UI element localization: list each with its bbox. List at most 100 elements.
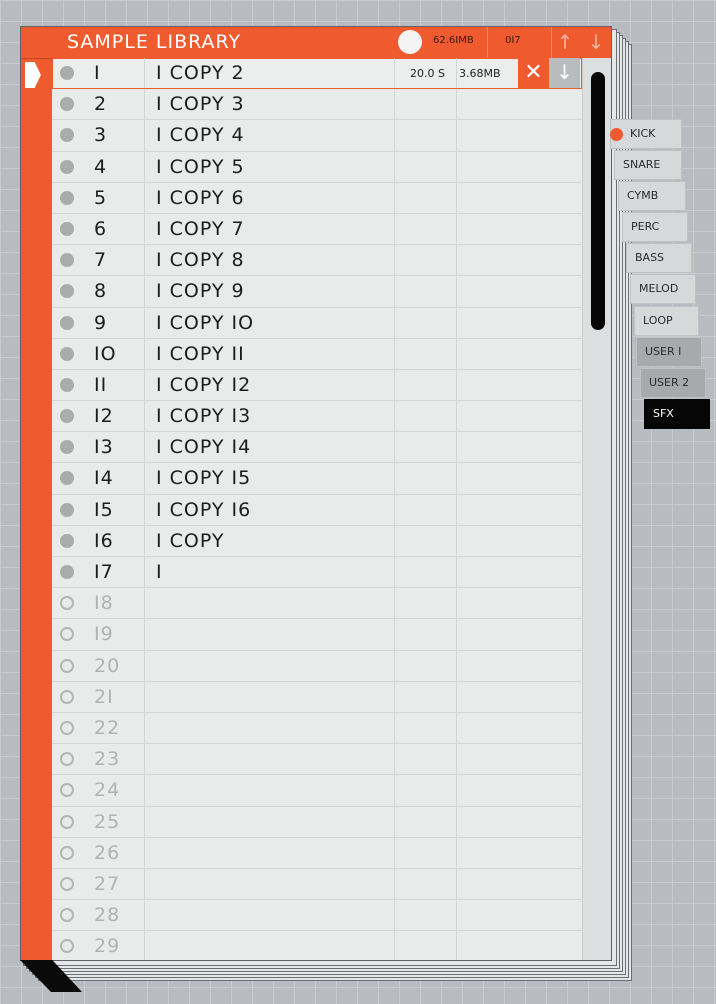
list-item[interactable]: 2I	[52, 681, 584, 713]
tab-label: USER 2	[649, 376, 690, 389]
sample-name: I COPY 6	[156, 186, 245, 209]
scrollbar-thumb[interactable]	[591, 72, 605, 330]
sample-name: I COPY IO	[156, 311, 255, 334]
load-sample-button[interactable]: ↓	[549, 58, 580, 88]
close-icon: ✕	[524, 60, 543, 85]
list-item[interactable]: I6 I COPY	[52, 525, 584, 557]
scrollbar-track[interactable]	[582, 58, 611, 960]
slot-status-icon	[60, 377, 74, 392]
list-item[interactable]: 26	[52, 837, 584, 869]
arrow-up-icon: ↑	[556, 30, 574, 54]
cell-divider	[456, 120, 584, 151]
tab-label: PERC	[631, 220, 660, 233]
tab-bass[interactable]: BASS	[626, 243, 692, 273]
list-item[interactable]: 5 I COPY 6	[52, 182, 584, 214]
scroll-down-button[interactable]: ↓	[582, 29, 610, 57]
page-title: SAMPLE LIBRARY	[67, 31, 242, 53]
scroll-up-button[interactable]: ↑	[551, 29, 579, 57]
slot-status-icon	[60, 66, 74, 80]
cell-divider	[456, 494, 584, 525]
list-item[interactable]: I3 I COPY I4	[52, 432, 584, 464]
cell-divider	[394, 650, 457, 681]
tab-user-2[interactable]: USER 2	[640, 368, 706, 398]
cell-divider	[394, 494, 457, 525]
list-item[interactable]: IO I COPY II	[52, 338, 584, 370]
slot-number: I7	[94, 561, 114, 583]
header-divider	[487, 27, 488, 58]
tab-label: SFX	[653, 407, 674, 420]
record-indicator-icon[interactable]	[398, 30, 422, 54]
list-item[interactable]: 28	[52, 900, 584, 932]
list-item[interactable]: 3 I COPY 4	[52, 120, 584, 152]
sample-name: I COPY 4	[156, 124, 245, 147]
list-item[interactable]: I9	[52, 619, 584, 651]
tab-label: MELOD	[639, 282, 679, 295]
slot-status-icon	[60, 190, 74, 205]
cell-divider	[456, 432, 584, 463]
cell-divider	[394, 89, 457, 120]
slot-status-icon	[60, 346, 74, 361]
list-item[interactable]: 4 I COPY 5	[52, 151, 584, 183]
list-item[interactable]: 9 I COPY IO	[52, 307, 584, 339]
slot-number: 25	[94, 810, 121, 833]
sample-name: I COPY 7	[156, 217, 245, 240]
cell-divider	[394, 619, 457, 650]
slot-number: I5	[94, 498, 114, 521]
list-item[interactable]: II I COPY I2	[52, 369, 584, 402]
tab-user-i[interactable]: USER I	[636, 337, 702, 367]
list-item[interactable]: 2 I COPY 3	[52, 89, 584, 121]
cell-divider	[394, 900, 457, 931]
arrow-down-icon: ↓	[587, 30, 605, 54]
tab-melod[interactable]: MELOD	[630, 274, 696, 304]
cell-divider	[456, 744, 584, 775]
list-item[interactable]: 25	[52, 806, 584, 838]
slot-status-icon	[60, 720, 74, 735]
cell-divider	[456, 900, 584, 931]
sample-name: I COPY 9	[156, 280, 245, 303]
tab-snare[interactable]: SNARE	[614, 150, 682, 180]
slot-number: I	[94, 62, 101, 84]
list-item[interactable]: 20	[52, 650, 584, 682]
list-item[interactable]: I I COPY 2 20.0 S 3.68MB ✕ ↓	[52, 58, 584, 90]
list-item[interactable]: 22	[52, 712, 584, 745]
slot-number: I6	[94, 529, 114, 552]
list-item[interactable]: I7 I	[52, 557, 584, 589]
tab-label: USER I	[645, 345, 682, 358]
list-item[interactable]: 23	[52, 744, 584, 776]
tab-cymb[interactable]: CYMB	[618, 181, 686, 211]
tab-sfx[interactable]: SFX	[644, 399, 710, 429]
list-item[interactable]: 6 I COPY 7	[52, 213, 584, 246]
slot-number: IO	[94, 342, 117, 365]
list-item[interactable]: I5 I COPY I6	[52, 494, 584, 526]
slot-number: 2I	[94, 685, 114, 708]
sample-name: I COPY 3	[156, 93, 245, 116]
sample-count: 0I7	[505, 35, 521, 46]
list-item[interactable]: I2 I COPY I3	[52, 401, 584, 433]
cell-divider	[456, 245, 584, 276]
tab-loop[interactable]: LOOP	[634, 306, 699, 336]
list-item[interactable]: I8	[52, 588, 584, 620]
cell-divider	[456, 463, 584, 494]
memory-usage: 62.6IMB	[433, 35, 474, 46]
delete-sample-button[interactable]: ✕	[518, 58, 549, 88]
list-item[interactable]: 24	[52, 775, 584, 807]
cell-divider	[456, 806, 584, 837]
cell-divider	[394, 151, 457, 182]
slot-number: II	[94, 373, 108, 396]
cell-divider	[394, 837, 457, 868]
slot-number: 24	[94, 779, 121, 802]
cell-divider	[456, 650, 584, 681]
list-item[interactable]: 7 I COPY 8	[52, 245, 584, 277]
selected-indicator-icon	[610, 128, 623, 141]
cell-divider	[456, 307, 584, 338]
slot-number: I9	[94, 623, 114, 646]
list-item[interactable]: 8 I COPY 9	[52, 276, 584, 308]
list-item[interactable]: I4 I COPY I5	[52, 463, 584, 495]
slot-number: I8	[94, 592, 114, 615]
tab-perc[interactable]: PERC	[622, 212, 688, 242]
list-item[interactable]: 27	[52, 868, 584, 901]
sample-name: I COPY I2	[156, 373, 252, 396]
cell-divider	[456, 182, 584, 213]
list-item[interactable]: 29	[52, 931, 584, 960]
sample-name: I COPY I3	[156, 405, 252, 428]
